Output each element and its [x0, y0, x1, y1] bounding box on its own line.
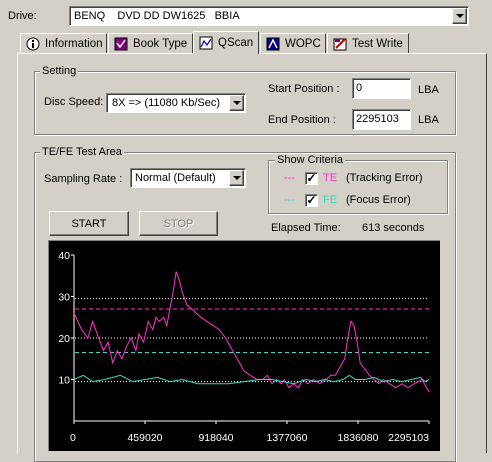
y-tick-label: 30: [58, 292, 70, 304]
x-tick-label: 2295103: [388, 432, 429, 444]
tab-wopc[interactable]: WOPC: [260, 33, 326, 53]
info-icon: [25, 36, 41, 52]
x-tick-label: 459020: [127, 432, 162, 444]
drive-dropdown-button[interactable]: [452, 8, 467, 24]
chevron-down-icon: [455, 14, 464, 18]
y-tick-label: 40: [58, 250, 70, 262]
series-line-te: [73, 271, 430, 393]
x-tick-label: 1377060: [267, 432, 308, 444]
tab-wopc-label: WOPC: [285, 37, 321, 50]
qscan-chart: 10 20 30 40 0 459020 918040 1377060 1836080 22951…: [48, 240, 440, 451]
tab-book-type-label: Book Type: [133, 37, 188, 50]
tab-qscan[interactable]: QScan: [193, 31, 259, 54]
x-tick-label: 918040: [198, 432, 233, 444]
book-type-icon: [113, 36, 129, 52]
drive-select[interactable]: BENQ DVD DD DW1625 BBIA: [69, 6, 469, 26]
tab-information-label: Information: [45, 37, 103, 50]
x-tick-label: 0: [70, 432, 76, 444]
drive-label: Drive:: [8, 10, 37, 22]
tab-test-write[interactable]: Test Write: [327, 33, 409, 53]
tab-test-write-label: Test Write: [352, 37, 403, 50]
drive-select-value: BENQ DVD DD DW1625 BBIA: [74, 10, 240, 22]
x-tick-label: 1836080: [338, 432, 379, 444]
qscan-chart-svg: 10 20 30 40 0 459020 918040 1377060 1836080 22951…: [58, 250, 430, 444]
wopc-icon: [265, 36, 281, 52]
tab-book-type[interactable]: Book Type: [108, 33, 193, 53]
tab-qscan-label: QScan: [218, 37, 254, 49]
y-tick-label: 20: [58, 333, 70, 345]
test-write-icon: [332, 36, 348, 52]
tab-information[interactable]: Information: [20, 33, 107, 53]
qscan-icon: [198, 35, 214, 51]
y-tick-label: 10: [58, 375, 70, 387]
